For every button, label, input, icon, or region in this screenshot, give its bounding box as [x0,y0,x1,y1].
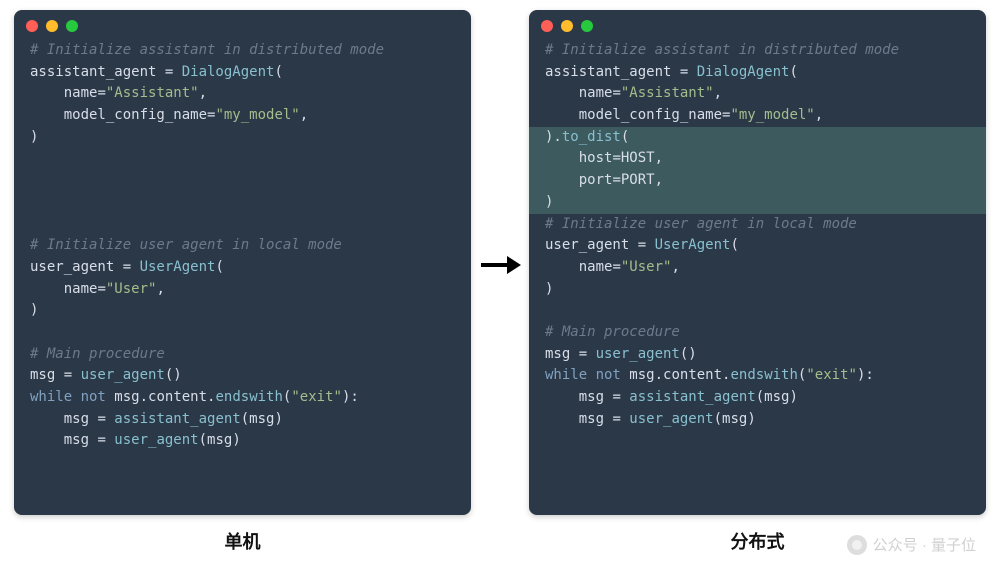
code-line [14,322,471,344]
titlebar-right [529,10,986,38]
code-line [14,452,471,474]
code-line: msg = user_agent(msg) [529,409,986,431]
code-line: # Initialize user agent in local mode [14,235,471,257]
code-line: while not msg.content.endswith("exit"): [14,387,471,409]
titlebar-left [14,10,471,38]
arrow-icon [479,10,521,520]
code-line: ) [14,127,471,149]
code-line: port=PORT, [529,170,986,192]
code-line: msg = user_agent() [529,344,986,366]
code-line: while not msg.content.endswith("exit"): [529,365,986,387]
close-icon [26,20,38,32]
code-line: user_agent = UserAgent( [14,257,471,279]
code-line [14,214,471,236]
code-line [14,192,471,214]
close-icon [541,20,553,32]
code-line: name="Assistant", [14,83,471,105]
code-line: model_config_name="my_model", [14,105,471,127]
code-line: assistant_agent = DialogAgent( [14,62,471,84]
label-left: 单机 [14,528,471,554]
code-line: ) [529,192,986,214]
labels-row: 单机 分布式 [0,528,1000,554]
code-window-right: # Initialize assistant in distributed mo… [529,10,986,515]
code-line: msg = user_agent(msg) [14,430,471,452]
minimize-icon [561,20,573,32]
code-line: # Initialize user agent in local mode [529,214,986,236]
code-line [14,170,471,192]
label-right: 分布式 [529,528,986,554]
code-line [529,430,986,452]
code-line [14,474,471,496]
code-line: name="User", [529,257,986,279]
code-line: model_config_name="my_model", [529,105,986,127]
code-body-left: # Initialize assistant in distributed mo… [14,38,471,515]
maximize-icon [581,20,593,32]
code-line: # Main procedure [14,344,471,366]
code-line: user_agent = UserAgent( [529,235,986,257]
code-line: # Main procedure [529,322,986,344]
code-line: # Initialize assistant in distributed mo… [14,40,471,62]
minimize-icon [46,20,58,32]
code-line: msg = user_agent() [14,365,471,387]
code-window-left: # Initialize assistant in distributed mo… [14,10,471,515]
code-line [14,148,471,170]
code-line [529,452,986,474]
code-line: name="User", [14,279,471,301]
code-line [529,300,986,322]
code-line: assistant_agent = DialogAgent( [529,62,986,84]
code-line [529,474,986,496]
code-line: msg = assistant_agent(msg) [529,387,986,409]
comparison-container: # Initialize assistant in distributed mo… [0,0,1000,520]
code-line: ) [529,279,986,301]
maximize-icon [66,20,78,32]
code-line: ) [14,300,471,322]
code-line: # Initialize assistant in distributed mo… [529,40,986,62]
code-line: msg = assistant_agent(msg) [14,409,471,431]
code-line: host=HOST, [529,148,986,170]
code-line: name="Assistant", [529,83,986,105]
code-body-right: # Initialize assistant in distributed mo… [529,38,986,515]
code-line: ).to_dist( [529,127,986,149]
